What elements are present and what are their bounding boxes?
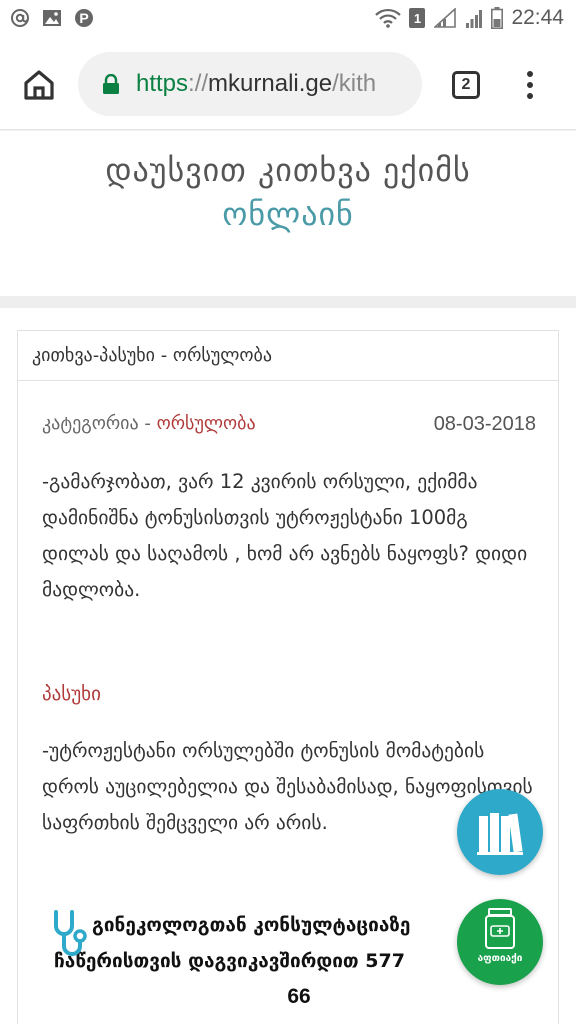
url-text[interactable]: https://mkurnali.ge/kith: [136, 70, 376, 98]
question-date: 08-03-2018: [433, 413, 536, 435]
question-meta: კატეგორია - ორსულობა 08-03-2018: [42, 413, 536, 443]
tab-count: 2: [461, 76, 471, 93]
lock-icon: [102, 73, 120, 94]
library-fab-button[interactable]: [457, 789, 543, 875]
home-button[interactable]: [22, 68, 56, 102]
question-text: -გამარჯობათ, ვარ 12 კვირის ორსული, ექიმმ…: [42, 470, 528, 601]
at-icon: [10, 8, 30, 28]
hero-banner: დაუსვით კითხვა ექიმს ონლაინ: [0, 131, 576, 296]
more-vert-icon: [527, 71, 533, 77]
pharmacy-fab-label: აფთიაქი: [477, 953, 523, 964]
status-bar-system: 1 22:44: [375, 6, 564, 30]
wifi-icon: [375, 8, 402, 28]
url-host: mkurnali.ge: [208, 70, 333, 97]
svg-text:P: P: [79, 10, 88, 26]
overflow-menu-button[interactable]: [522, 68, 538, 102]
category-label: კატეგორია -: [42, 413, 157, 434]
battery-icon: [491, 7, 504, 29]
stethoscope-icon: [50, 908, 88, 960]
url-path: /kith: [332, 70, 377, 97]
pharmacy-fab-button[interactable]: აფთიაქი: [457, 899, 543, 985]
signal-icon: [433, 8, 457, 28]
sim-badge: 1: [413, 10, 422, 26]
pinterest-icon: P: [74, 8, 94, 28]
image-icon: [42, 8, 62, 28]
hero-subtitle: ონლაინ: [222, 195, 354, 233]
signal-icon: [465, 8, 483, 28]
browser-toolbar: https://mkurnali.ge/kith 2: [0, 40, 576, 130]
books-icon: [477, 813, 523, 855]
card-title: კითხვა-პასუხი - ორსულობა: [18, 331, 558, 381]
address-bar[interactable]: https://mkurnali.ge/kith: [78, 52, 422, 116]
hero-title: დაუსვით კითხვა ექიმს: [105, 151, 471, 189]
section-divider: [0, 296, 576, 308]
url-scheme: https: [136, 70, 189, 97]
url-separator: ://: [188, 70, 209, 97]
home-icon: [24, 70, 54, 100]
tab-switcher-button[interactable]: 2: [452, 71, 480, 99]
medicine-bottle-icon: [485, 908, 515, 949]
category-link[interactable]: ორსულობა: [157, 413, 256, 434]
answer-heading: პასუხი: [42, 683, 101, 705]
status-bar-notifications: P: [10, 8, 94, 28]
status-bar: P 1 22:44: [0, 0, 576, 40]
status-time: 22:44: [511, 6, 564, 29]
sim-1-icon: 1: [409, 8, 426, 28]
